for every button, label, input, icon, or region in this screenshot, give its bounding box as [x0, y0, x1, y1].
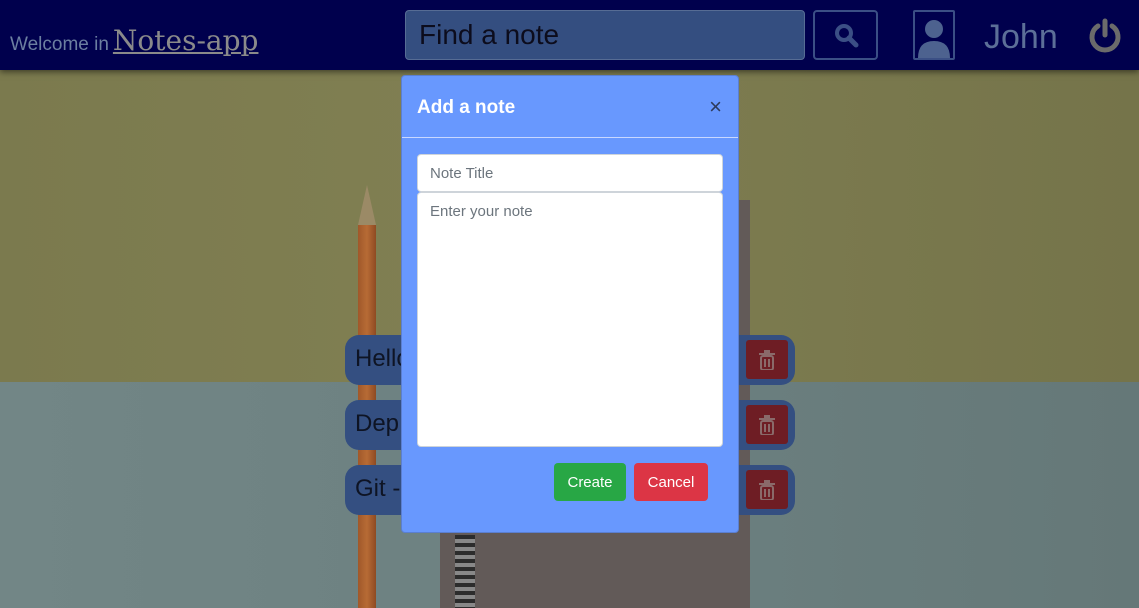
- cancel-button[interactable]: Cancel: [634, 463, 708, 501]
- search-input[interactable]: Find a note: [405, 10, 805, 60]
- trash-icon: [759, 349, 775, 370]
- user-avatar[interactable]: [913, 10, 955, 60]
- note-title: Dep: [355, 410, 400, 437]
- delete-note-button[interactable]: [746, 470, 788, 509]
- trash-icon: [759, 414, 775, 435]
- user-icon: [918, 20, 950, 58]
- brand-link[interactable]: Notes-app: [113, 24, 259, 57]
- delete-note-button[interactable]: [746, 340, 788, 379]
- search-icon: [834, 24, 858, 48]
- welcome-text: Welcome in Notes-app: [10, 24, 258, 57]
- note-body-textarea[interactable]: Enter your note: [417, 192, 723, 447]
- create-button[interactable]: Create: [554, 463, 626, 501]
- welcome-label: Welcome in: [10, 34, 109, 55]
- close-icon[interactable]: ×: [709, 94, 722, 120]
- username: John: [984, 18, 1058, 56]
- power-icon: [1089, 18, 1121, 53]
- navbar: Welcome in Notes-app Find a note John: [0, 0, 1139, 70]
- background-spiral: [455, 535, 475, 608]
- note-title-input[interactable]: Note Title: [417, 154, 723, 192]
- background-pencil: [358, 185, 376, 608]
- modal-title: Add a note: [417, 97, 516, 118]
- trash-icon: [759, 479, 775, 500]
- modal-header: Add a note ×: [402, 76, 738, 138]
- add-note-modal: Add a note × Note Title Enter your note …: [401, 75, 739, 533]
- search-button[interactable]: [813, 10, 878, 60]
- note-title: Git -: [355, 475, 401, 502]
- logout-button[interactable]: [1087, 18, 1123, 59]
- delete-note-button[interactable]: [746, 405, 788, 444]
